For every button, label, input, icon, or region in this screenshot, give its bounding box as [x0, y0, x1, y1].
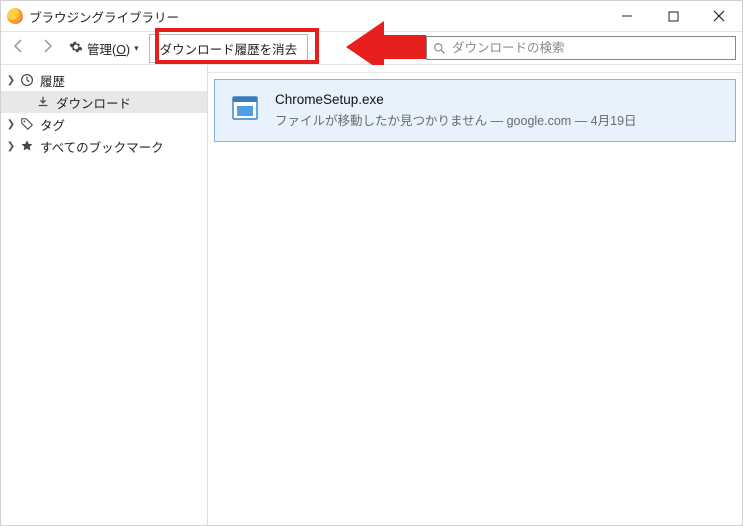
search-icon: [433, 42, 446, 55]
expand-icon[interactable]: ❯: [5, 119, 17, 130]
sidebar-item-label: タグ: [40, 115, 65, 134]
sidebar-item-label: すべてのブックマーク: [40, 137, 164, 156]
sidebar-item-downloads[interactable]: ダウンロード: [1, 91, 207, 113]
tag-icon: [19, 117, 35, 131]
organize-label: 管理(O): [87, 39, 130, 58]
forward-button[interactable]: [35, 36, 59, 61]
download-item-text: ChromeSetup.exe ファイルが移動したか見つかりません — goog…: [275, 92, 637, 129]
search-input[interactable]: [452, 41, 729, 55]
clear-downloads-button[interactable]: ダウンロード履歴を消去: [149, 34, 309, 63]
search-field-wrap[interactable]: [426, 36, 736, 60]
sidebar-item-history[interactable]: ❯ 履歴: [1, 69, 207, 91]
star-icon: [19, 139, 35, 153]
organize-menu-button[interactable]: 管理(O) ▾: [63, 36, 145, 61]
content-pane: ChromeSetup.exe ファイルが移動したか見つかりません — goog…: [208, 65, 742, 525]
window-title: ブラウジングライブラリー: [29, 7, 179, 26]
titlebar: ブラウジングライブラリー: [1, 1, 742, 31]
file-icon: [229, 92, 261, 124]
firefox-icon: [7, 8, 23, 24]
sidebar-item-tags[interactable]: ❯ タグ: [1, 113, 207, 135]
back-button[interactable]: [7, 36, 31, 61]
download-status-line: ファイルが移動したか見つかりません — google.com — 4月19日: [275, 110, 637, 129]
window-controls: [604, 1, 742, 31]
maximize-button[interactable]: [650, 1, 696, 31]
content-header: [208, 65, 742, 73]
expand-icon[interactable]: ❯: [5, 75, 17, 86]
chevron-down-icon: ▾: [134, 43, 139, 54]
minimize-button[interactable]: [604, 1, 650, 31]
sidebar-item-label: ダウンロード: [56, 93, 131, 112]
download-item[interactable]: ChromeSetup.exe ファイルが移動したか見つかりません — goog…: [214, 79, 736, 142]
gear-icon: [69, 40, 83, 57]
expand-icon[interactable]: ❯: [5, 141, 17, 152]
toolbar: 管理(O) ▾ ダウンロード履歴を消去: [1, 31, 742, 65]
sidebar-item-all-bookmarks[interactable]: ❯ すべてのブックマーク: [1, 135, 207, 157]
download-icon: [35, 95, 51, 109]
download-filename: ChromeSetup.exe: [275, 92, 637, 107]
clock-icon: [19, 73, 35, 87]
close-button[interactable]: [696, 1, 742, 31]
sidebar-item-label: 履歴: [40, 71, 65, 90]
body: ❯ 履歴 ダウンロード ❯ タグ ❯ すべてのブックマーク: [1, 65, 742, 525]
sidebar: ❯ 履歴 ダウンロード ❯ タグ ❯ すべてのブックマーク: [1, 65, 208, 525]
